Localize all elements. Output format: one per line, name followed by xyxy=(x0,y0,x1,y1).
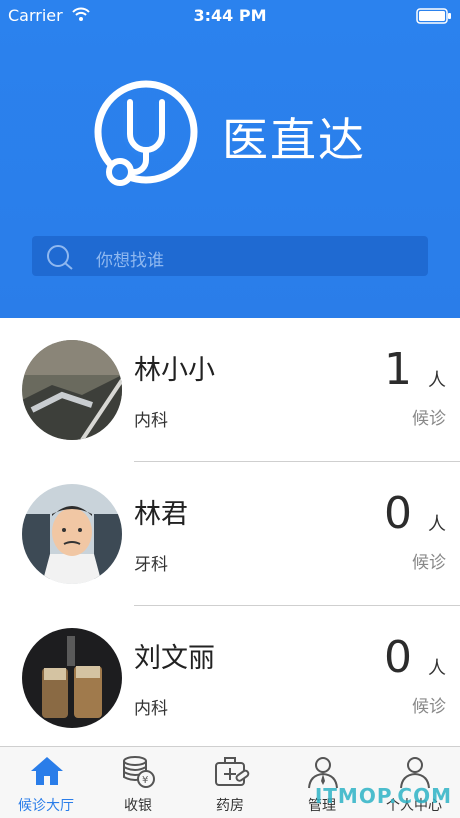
count-unit: 人 xyxy=(428,370,446,391)
avatar xyxy=(22,340,122,440)
tab-cashier[interactable]: ¥ 收银 xyxy=(92,747,184,818)
waiting-status: 候诊 xyxy=(412,409,446,429)
waiting-count: 0 xyxy=(384,632,412,683)
doctor-department: 内科 xyxy=(134,411,168,431)
coins-icon: ¥ xyxy=(123,756,155,788)
clock: 3:44 PM xyxy=(193,6,267,25)
waiting-status: 候诊 xyxy=(412,553,446,573)
app-header: Carrier 3:44 PM 医直达 你想找谁 xyxy=(0,0,460,318)
battery-icon xyxy=(416,8,451,24)
status-bar: Carrier 3:44 PM xyxy=(0,0,460,32)
count-unit: 人 xyxy=(428,514,446,535)
doctor-row[interactable]: 林君 牙科 0 人 候诊 xyxy=(0,462,460,606)
app-title: 医直达 xyxy=(222,113,366,167)
tab-label: 药房 xyxy=(216,798,244,814)
doctor-department: 牙科 xyxy=(134,555,168,575)
avatar xyxy=(22,484,122,584)
avatar xyxy=(22,628,122,728)
count-unit: 人 xyxy=(428,658,446,679)
doctor-row[interactable]: 林小小 内科 1 人 候诊 xyxy=(0,318,460,462)
doctor-row[interactable]: 刘文丽 内科 0 人 候诊 xyxy=(0,606,460,750)
svg-text:¥: ¥ xyxy=(142,775,148,786)
doctor-department: 内科 xyxy=(134,699,168,719)
search-input[interactable]: 你想找谁 xyxy=(32,236,428,276)
tab-waiting-hall[interactable]: 候诊大厅 xyxy=(0,747,92,818)
doctor-name: 刘文丽 xyxy=(134,643,215,674)
waiting-count: 1 xyxy=(384,344,412,395)
search-placeholder: 你想找谁 xyxy=(96,251,164,271)
watermark: ITMOP.COM xyxy=(314,784,452,808)
home-icon xyxy=(31,757,63,785)
stethoscope-logo-icon xyxy=(94,80,198,186)
doctor-list: 林小小 内科 1 人 候诊 林君 牙科 0 人 候诊 刘文丽 内科 0 人 候诊 xyxy=(0,318,460,750)
medkit-icon xyxy=(215,757,250,786)
tab-label: 候诊大厅 xyxy=(18,798,74,814)
waiting-count: 0 xyxy=(384,488,412,539)
search-icon xyxy=(47,245,73,270)
doctor-name: 林小小 xyxy=(134,355,215,386)
doctor-name: 林君 xyxy=(134,499,188,530)
tab-pharmacy[interactable]: 药房 xyxy=(184,747,276,818)
waiting-status: 候诊 xyxy=(412,697,446,717)
tab-label: 收银 xyxy=(124,798,152,814)
